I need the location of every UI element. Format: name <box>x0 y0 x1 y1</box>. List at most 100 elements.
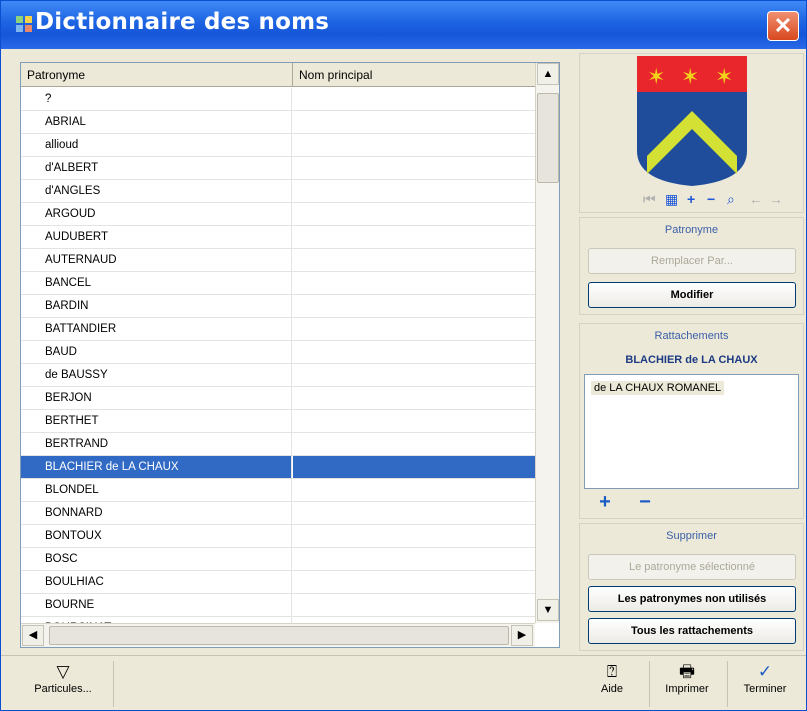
finish-button[interactable]: ✓ Terminer <box>729 661 801 709</box>
list-item[interactable]: BERJON <box>21 387 535 410</box>
column-header-patronyme[interactable]: Patronyme <box>21 63 293 87</box>
grid-icon[interactable]: ▦ <box>665 191 678 208</box>
patronyme-cell: BANCEL <box>21 272 292 294</box>
nom-principal-cell <box>293 88 535 110</box>
patronyme-cell: BONNARD <box>21 502 292 524</box>
list-item[interactable]: BOURNE <box>21 594 535 617</box>
back-icon[interactable]: ← <box>749 191 763 207</box>
vertical-scroll-thumb[interactable] <box>537 93 559 183</box>
remove-rattachement-button[interactable]: − <box>628 492 662 514</box>
particules-button[interactable]: ▽ Particules... <box>15 661 111 709</box>
nom-principal-cell <box>293 594 535 616</box>
current-patronyme-label: BLACHIER de LA CHAUX <box>625 354 758 366</box>
scroll-up-button[interactable]: ▲ <box>537 63 559 85</box>
list-item[interactable]: BLACHIER de LA CHAUX <box>21 456 535 479</box>
list-item[interactable]: BERTRAND <box>21 433 535 456</box>
list-item[interactable]: AUTERNAUD <box>21 249 535 272</box>
horizontal-scrollbar[interactable]: ◀ ▶ <box>21 623 535 647</box>
patronyme-cell: AUDUBERT <box>21 226 292 248</box>
patronyme-cell: BOURNE <box>21 594 292 616</box>
nom-principal-cell <box>293 249 535 271</box>
patronyme-cell: de BAUSSY <box>21 364 292 386</box>
list-item[interactable]: BERTHET <box>21 410 535 433</box>
list-item[interactable]: BANCEL <box>21 272 535 295</box>
nom-principal-cell <box>293 111 535 133</box>
svg-text:✶: ✶ <box>647 65 665 90</box>
supprimer-group: Supprimer Le patronyme sélectionné Les p… <box>579 523 804 651</box>
list-item[interactable]: BATTANDIER <box>21 318 535 341</box>
list-item[interactable]: BARDIN <box>21 295 535 318</box>
column-header-nom-principal[interactable]: Nom principal <box>293 63 535 87</box>
list-item[interactable]: ABRIAL <box>21 111 535 134</box>
title-bar: Dictionnaire des noms ✕ <box>1 1 806 49</box>
list-item[interactable]: AUDUBERT <box>21 226 535 249</box>
checkmark-icon: ✓ <box>757 662 773 681</box>
delete-unused-button[interactable]: Les patronymes non utilisés <box>588 586 796 612</box>
scroll-left-button[interactable]: ◀ <box>22 625 44 646</box>
list-item[interactable]: BONTOUX <box>21 525 535 548</box>
nom-principal-cell <box>293 410 535 432</box>
nom-principal-cell <box>293 525 535 547</box>
nom-principal-cell <box>293 226 535 248</box>
list-item[interactable]: BONNARD <box>21 502 535 525</box>
patronyme-group: Patronyme Remplacer Par... Modifier <box>579 217 804 315</box>
vertical-scrollbar[interactable]: ▲ ▼ <box>535 63 559 623</box>
scroll-down-button[interactable]: ▼ <box>537 599 559 621</box>
list-item[interactable]: ? <box>21 88 535 111</box>
list-item[interactable]: d'ANGLES <box>21 180 535 203</box>
list-header: Patronyme Nom principal <box>21 63 535 87</box>
printer-icon: 🖶 <box>678 662 696 681</box>
list-item[interactable]: BOULHIAC <box>21 571 535 594</box>
list-item[interactable]: BOSC <box>21 548 535 571</box>
patronyme-cell: BLONDEL <box>21 479 292 501</box>
nom-principal-cell <box>293 272 535 294</box>
horizontal-scroll-thumb[interactable] <box>49 626 509 645</box>
replace-by-button[interactable]: Remplacer Par... <box>588 248 796 274</box>
patronyme-cell: d'ANGLES <box>21 180 292 202</box>
patronyme-cell: BOSC <box>21 548 292 570</box>
first-icon[interactable]: ⏮ <box>643 191 656 208</box>
names-list: Patronyme Nom principal ? ABRIAL allioud d'… <box>20 62 560 648</box>
app-icon <box>16 16 32 32</box>
patronyme-cell: BATTANDIER <box>21 318 292 340</box>
nom-principal-cell <box>293 387 535 409</box>
close-button[interactable]: ✕ <box>767 11 799 41</box>
print-button[interactable]: 🖶 Imprimer <box>651 661 723 709</box>
coat-of-arms-panel: ✶ ✶ ✶ <box>579 53 804 213</box>
list-item[interactable]: BLONDEL <box>21 479 535 502</box>
zoom-out-icon[interactable]: − <box>707 191 715 207</box>
nom-principal-cell <box>293 456 535 478</box>
forward-icon[interactable]: → <box>769 191 783 207</box>
patronyme-cell: BLACHIER de LA CHAUX <box>21 456 292 478</box>
print-label: Imprimer <box>665 683 709 695</box>
window-title: Dictionnaire des noms <box>35 9 330 35</box>
patronyme-cell: ? <box>21 88 292 110</box>
nom-principal-cell <box>293 341 535 363</box>
zoom-in-icon[interactable]: + <box>687 191 695 207</box>
list-item[interactable]: de BAUSSY <box>21 364 535 387</box>
help-label: Aide <box>600 683 624 695</box>
scroll-right-button[interactable]: ▶ <box>511 625 533 646</box>
delete-selected-button[interactable]: Le patronyme sélectionné <box>588 554 796 580</box>
list-item[interactable]: d'ALBERT <box>21 157 535 180</box>
delete-all-links-button[interactable]: Tous les rattachements <box>588 618 796 644</box>
list-item[interactable]: ARGOUD <box>21 203 535 226</box>
add-rattachement-button[interactable]: + <box>588 492 622 514</box>
help-button[interactable]: ⍰ Aide <box>587 661 637 709</box>
supprimer-group-title: Supprimer <box>666 530 717 542</box>
nom-principal-cell <box>293 433 535 455</box>
search-icon[interactable]: ⌕ <box>727 191 735 208</box>
nom-principal-cell <box>293 479 535 501</box>
coat-of-arms-image: ✶ ✶ ✶ <box>637 56 747 186</box>
list-item[interactable]: allioud <box>21 134 535 157</box>
patronyme-cell: BERTRAND <box>21 433 292 455</box>
nom-principal-cell <box>293 571 535 593</box>
patronyme-cell: BERJON <box>21 387 292 409</box>
crest-toolbar: ⏮ ▦ + − ⌕ ← → <box>643 191 803 211</box>
modify-button[interactable]: Modifier <box>588 282 796 308</box>
patronyme-cell: AUTERNAUD <box>21 249 292 271</box>
list-item[interactable]: BAUD <box>21 341 535 364</box>
rattachements-list[interactable]: de LA CHAUX ROMANEL <box>584 374 799 489</box>
rattachements-group: Rattachements BLACHIER de LA CHAUX de LA… <box>579 323 804 519</box>
rattachement-item[interactable]: de LA CHAUX ROMANEL <box>591 381 725 395</box>
